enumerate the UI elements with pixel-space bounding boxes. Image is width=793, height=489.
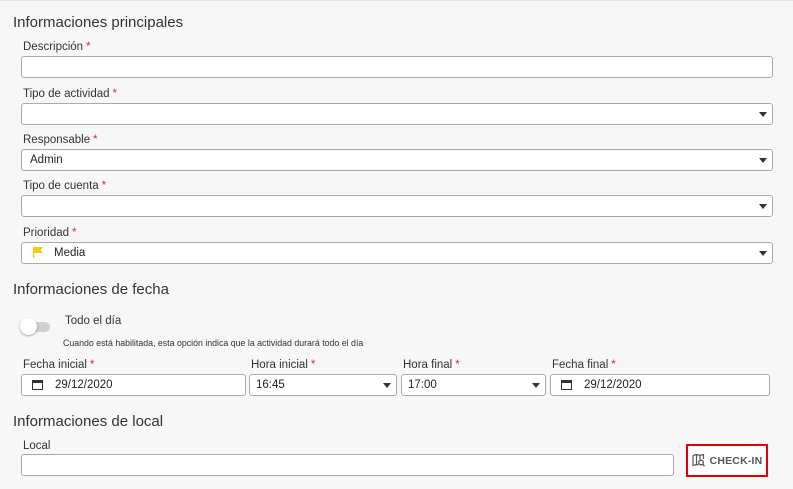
prioridad-label-text: Prioridad xyxy=(23,227,70,239)
tipo-cuenta-label-text: Tipo de cuenta xyxy=(23,180,99,192)
local-label: Local xyxy=(23,440,51,452)
calendar-icon xyxy=(561,380,572,390)
hora-final-select[interactable]: 17:00 xyxy=(401,374,546,396)
fecha-inicial-value: 29/12/2020 xyxy=(55,379,113,391)
map-search-icon xyxy=(691,454,705,467)
section-title-date: Informaciones de fecha xyxy=(13,281,169,298)
required-mark: * xyxy=(93,134,98,146)
calendar-icon xyxy=(32,380,43,390)
chevron-down-icon xyxy=(759,251,767,256)
local-input[interactable] xyxy=(21,454,674,476)
chevron-down-icon xyxy=(759,204,767,209)
tipo-actividad-label: Tipo de actividad * xyxy=(23,88,117,100)
section-title-location: Informaciones de local xyxy=(13,413,164,430)
top-divider xyxy=(0,0,793,1)
tipo-actividad-select[interactable] xyxy=(21,103,773,125)
required-mark: * xyxy=(455,359,460,371)
required-mark: * xyxy=(112,88,117,100)
hora-final-label-text: Hora final xyxy=(403,359,453,371)
hora-inicial-value: 16:45 xyxy=(256,379,285,391)
hora-inicial-label: Hora inicial * xyxy=(251,359,315,371)
chevron-down-icon xyxy=(532,383,540,388)
responsable-label: Responsable * xyxy=(23,134,98,146)
fecha-inicial-label-text: Fecha inicial xyxy=(23,359,87,371)
prioridad-value: Media xyxy=(54,247,86,259)
required-mark: * xyxy=(89,359,95,371)
tipo-actividad-label-text: Tipo de actividad xyxy=(23,88,110,100)
checkin-label: CHECK-IN xyxy=(709,454,763,467)
chevron-down-icon xyxy=(759,158,767,163)
required-mark: * xyxy=(72,227,77,239)
fecha-final-label: Fecha final * xyxy=(552,359,616,371)
flag-icon xyxy=(33,247,43,258)
required-mark: * xyxy=(310,359,316,371)
fecha-inicial-input[interactable]: 29/12/2020 xyxy=(21,374,246,396)
responsable-value: Admin xyxy=(30,154,63,166)
section-title-main: Informaciones principales xyxy=(13,14,184,31)
required-mark: * xyxy=(101,180,107,192)
chevron-down-icon xyxy=(383,383,391,388)
hora-inicial-select[interactable]: 16:45 xyxy=(249,374,397,396)
descripcion-label-text: Descripción xyxy=(23,41,84,53)
checkin-button[interactable]: CHECK-IN xyxy=(686,444,768,477)
tipo-cuenta-select[interactable] xyxy=(21,195,773,217)
prioridad-select[interactable]: Media xyxy=(21,242,773,264)
hora-inicial-label-text: Hora inicial xyxy=(251,359,308,371)
fecha-final-input[interactable]: 29/12/2020 xyxy=(550,374,770,396)
responsable-select[interactable]: Admin xyxy=(21,149,773,171)
all-day-label: Todo el día xyxy=(65,315,122,327)
descripcion-label: Descripción * xyxy=(23,41,91,53)
required-mark: * xyxy=(611,359,616,371)
all-day-hint: Cuando está habilitada, esta opción indi… xyxy=(63,338,364,348)
fecha-final-value: 29/12/2020 xyxy=(584,379,642,391)
fecha-inicial-label: Fecha inicial * xyxy=(23,359,94,371)
fecha-final-label-text: Fecha final xyxy=(552,359,609,371)
tipo-cuenta-label: Tipo de cuenta * xyxy=(23,180,106,192)
all-day-toggle-thumb[interactable] xyxy=(20,318,37,335)
hora-final-value: 17:00 xyxy=(408,379,437,391)
descripcion-input[interactable] xyxy=(21,56,773,78)
chevron-down-icon xyxy=(759,112,767,117)
hora-final-label: Hora final * xyxy=(403,359,460,371)
responsable-label-text: Responsable xyxy=(23,134,91,146)
required-mark: * xyxy=(86,41,91,53)
prioridad-label: Prioridad * xyxy=(23,227,77,239)
